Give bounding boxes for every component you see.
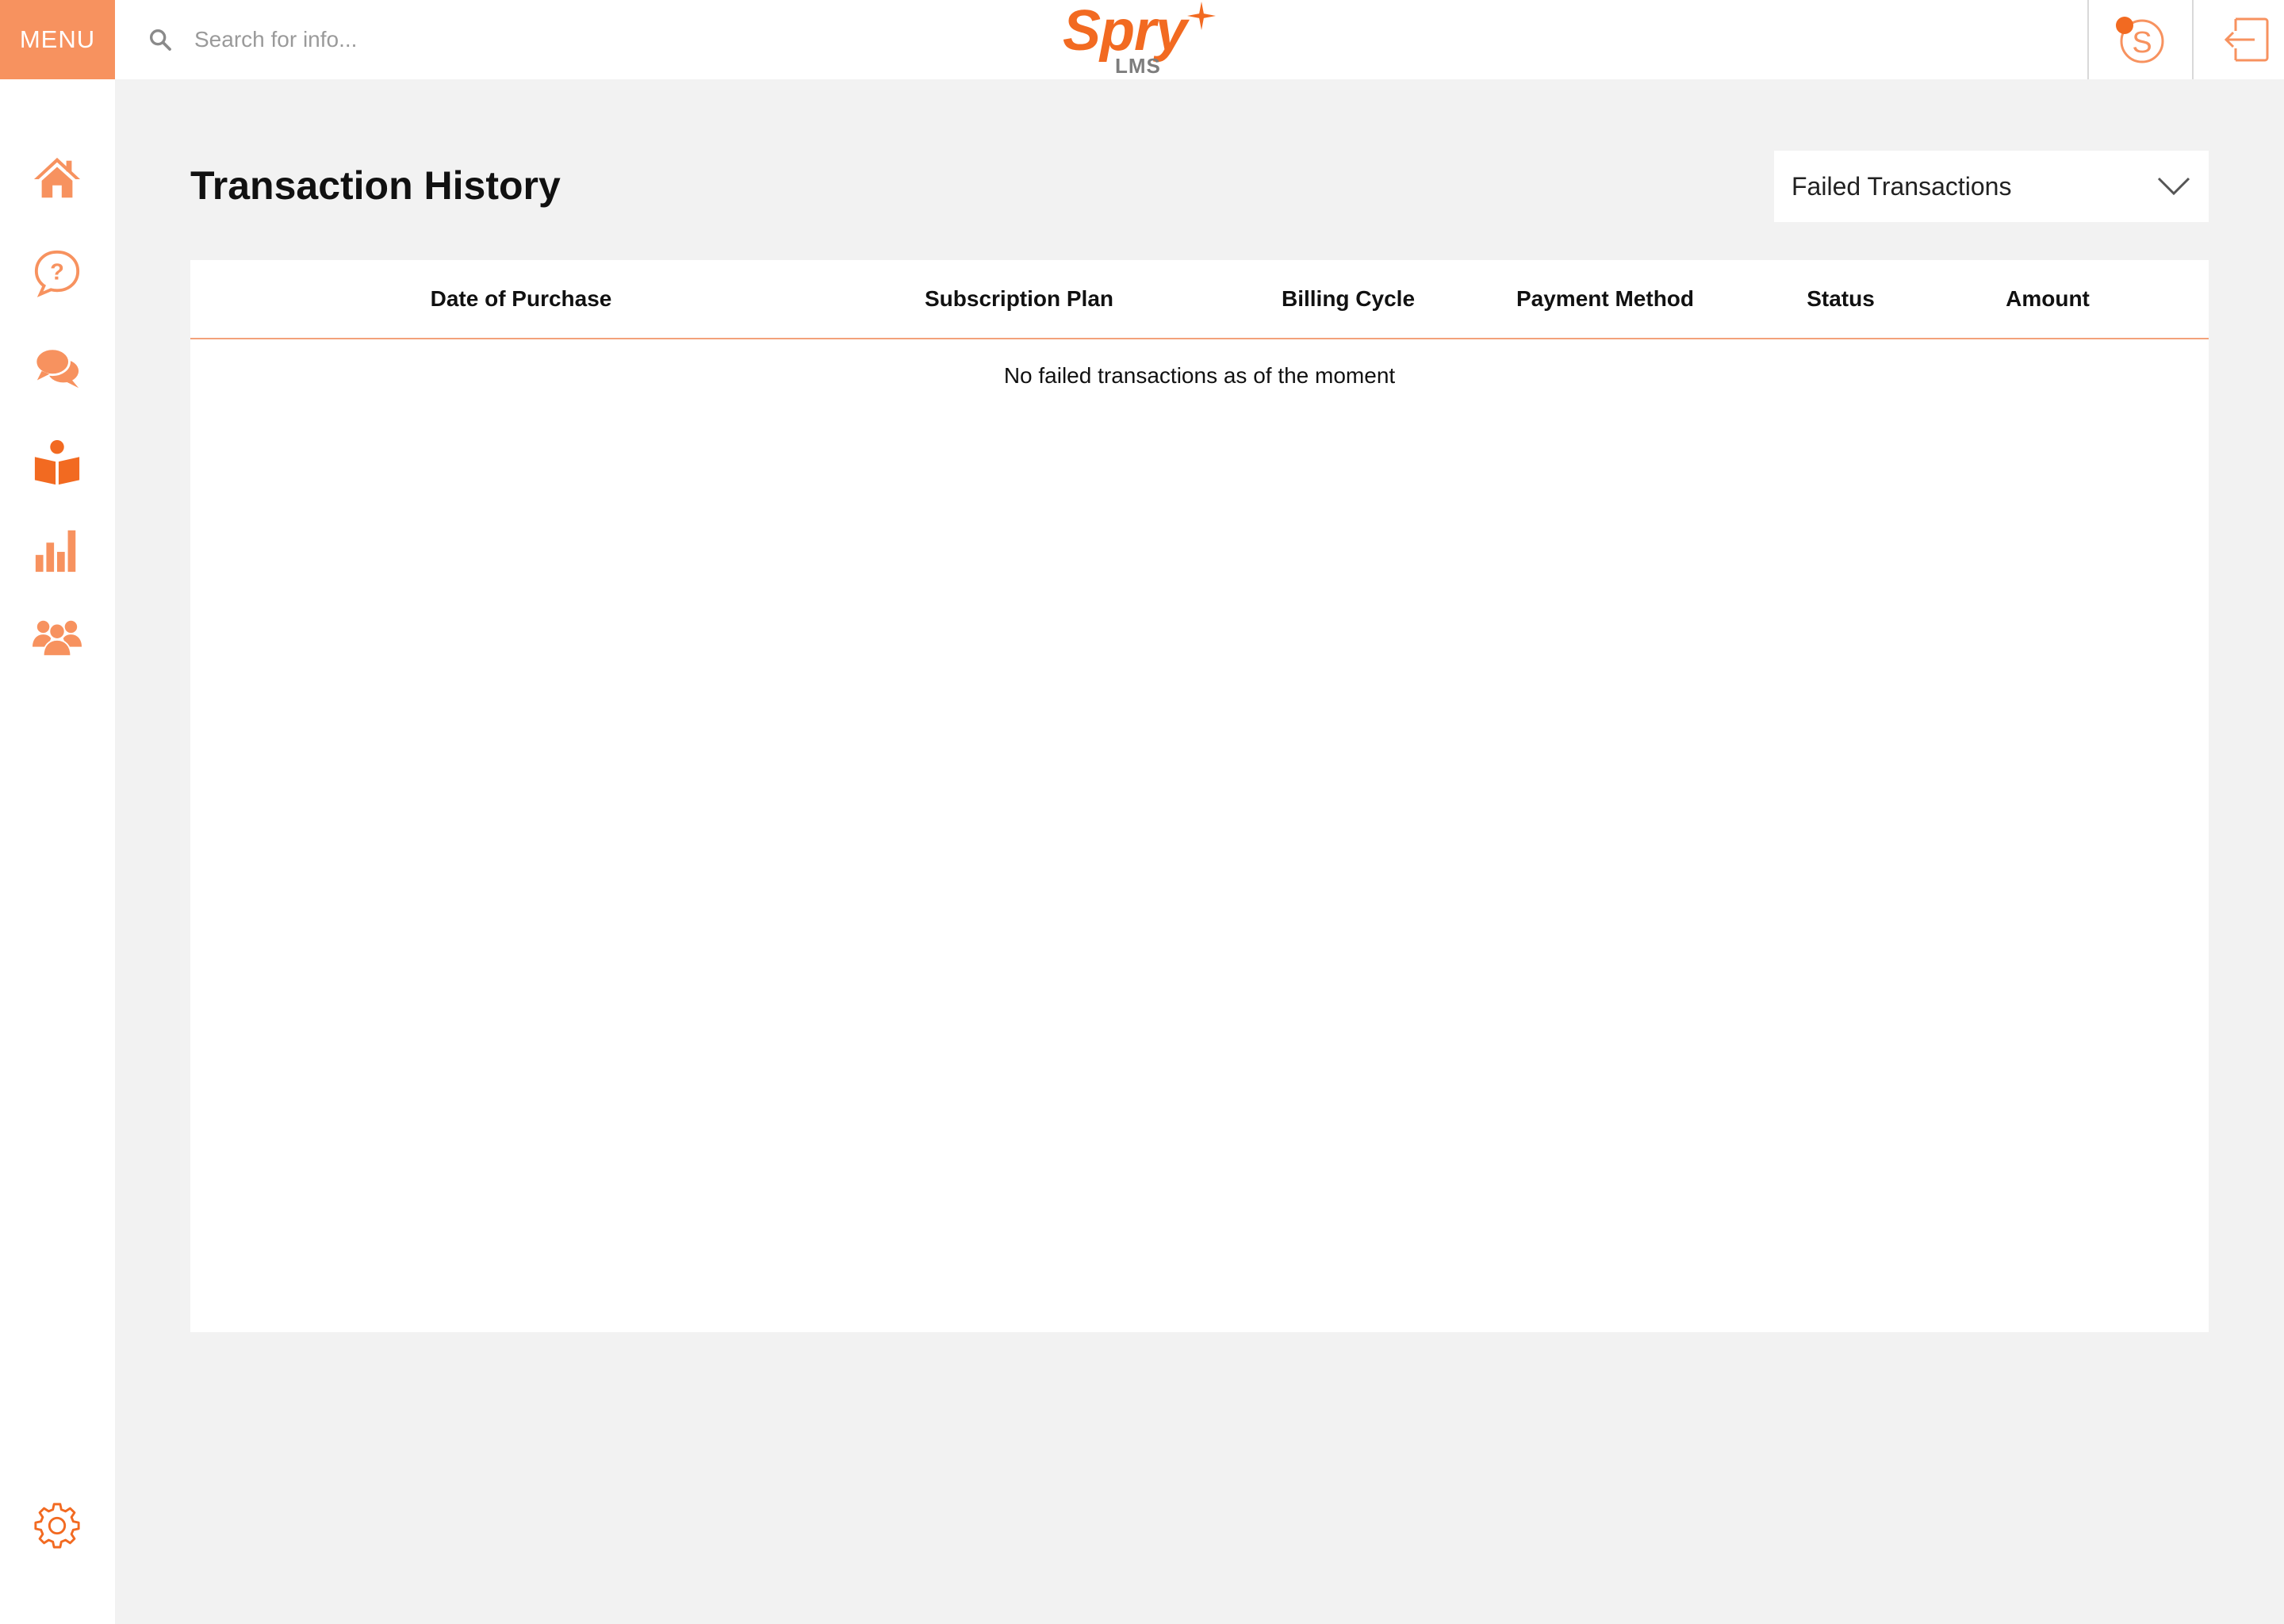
coin-button[interactable]: S xyxy=(2087,0,2192,79)
column-header-subscription-plan[interactable]: Subscription Plan xyxy=(925,260,1113,338)
search-input[interactable] xyxy=(193,21,672,58)
sidebar: ? xyxy=(0,79,115,1624)
spry-lms-logo[interactable]: Spry LMS xyxy=(1063,0,1221,79)
sidebar-item-help[interactable]: ? xyxy=(30,246,84,300)
empty-state-message: No failed transactions as of the moment xyxy=(1003,363,1396,388)
svg-text:S: S xyxy=(2132,26,2152,59)
chevron-down-icon xyxy=(2157,177,2190,196)
search-bar xyxy=(147,21,702,59)
transaction-table: Date of Purchase Subscription Plan Billi… xyxy=(190,260,2209,1332)
logout-icon xyxy=(2224,17,2269,62)
column-header-date-of-purchase[interactable]: Date of Purchase xyxy=(431,260,612,338)
top-bar: MENU Spry LMS S xyxy=(0,0,2284,79)
sidebar-item-community[interactable] xyxy=(30,611,84,665)
home-icon xyxy=(33,157,81,198)
question-bubble-icon: ? xyxy=(34,250,80,297)
logo-subtext: LMS xyxy=(1115,54,1161,78)
users-icon xyxy=(33,620,82,657)
settings-button[interactable] xyxy=(30,1499,84,1553)
column-header-amount[interactable]: Amount xyxy=(2006,260,2090,338)
star-icon xyxy=(1187,2,1216,30)
logout-button[interactable] xyxy=(2192,0,2284,79)
svg-text:?: ? xyxy=(50,260,64,285)
reading-book-icon xyxy=(34,439,80,485)
filter-selected-value: Failed Transactions xyxy=(1792,171,2012,201)
bar-chart-icon xyxy=(35,530,76,573)
table-header: Date of Purchase Subscription Plan Billi… xyxy=(190,260,2209,339)
page-title: Transaction History xyxy=(190,163,561,208)
column-header-status[interactable]: Status xyxy=(1807,260,1875,338)
sidebar-item-learning[interactable] xyxy=(30,436,84,490)
column-header-payment-method[interactable]: Payment Method xyxy=(1516,260,1694,338)
sidebar-item-chat[interactable] xyxy=(30,341,84,395)
search-icon[interactable] xyxy=(147,26,174,53)
sidebar-item-home[interactable] xyxy=(30,151,84,205)
gear-icon xyxy=(34,1503,80,1549)
column-header-billing-cycle[interactable]: Billing Cycle xyxy=(1282,260,1415,338)
menu-button[interactable]: MENU xyxy=(0,0,115,79)
coin-icon: S xyxy=(2116,17,2164,63)
transaction-filter-dropdown[interactable]: Failed Transactions xyxy=(1774,151,2209,222)
sidebar-item-reports[interactable] xyxy=(30,523,84,577)
chat-icon xyxy=(34,347,79,389)
